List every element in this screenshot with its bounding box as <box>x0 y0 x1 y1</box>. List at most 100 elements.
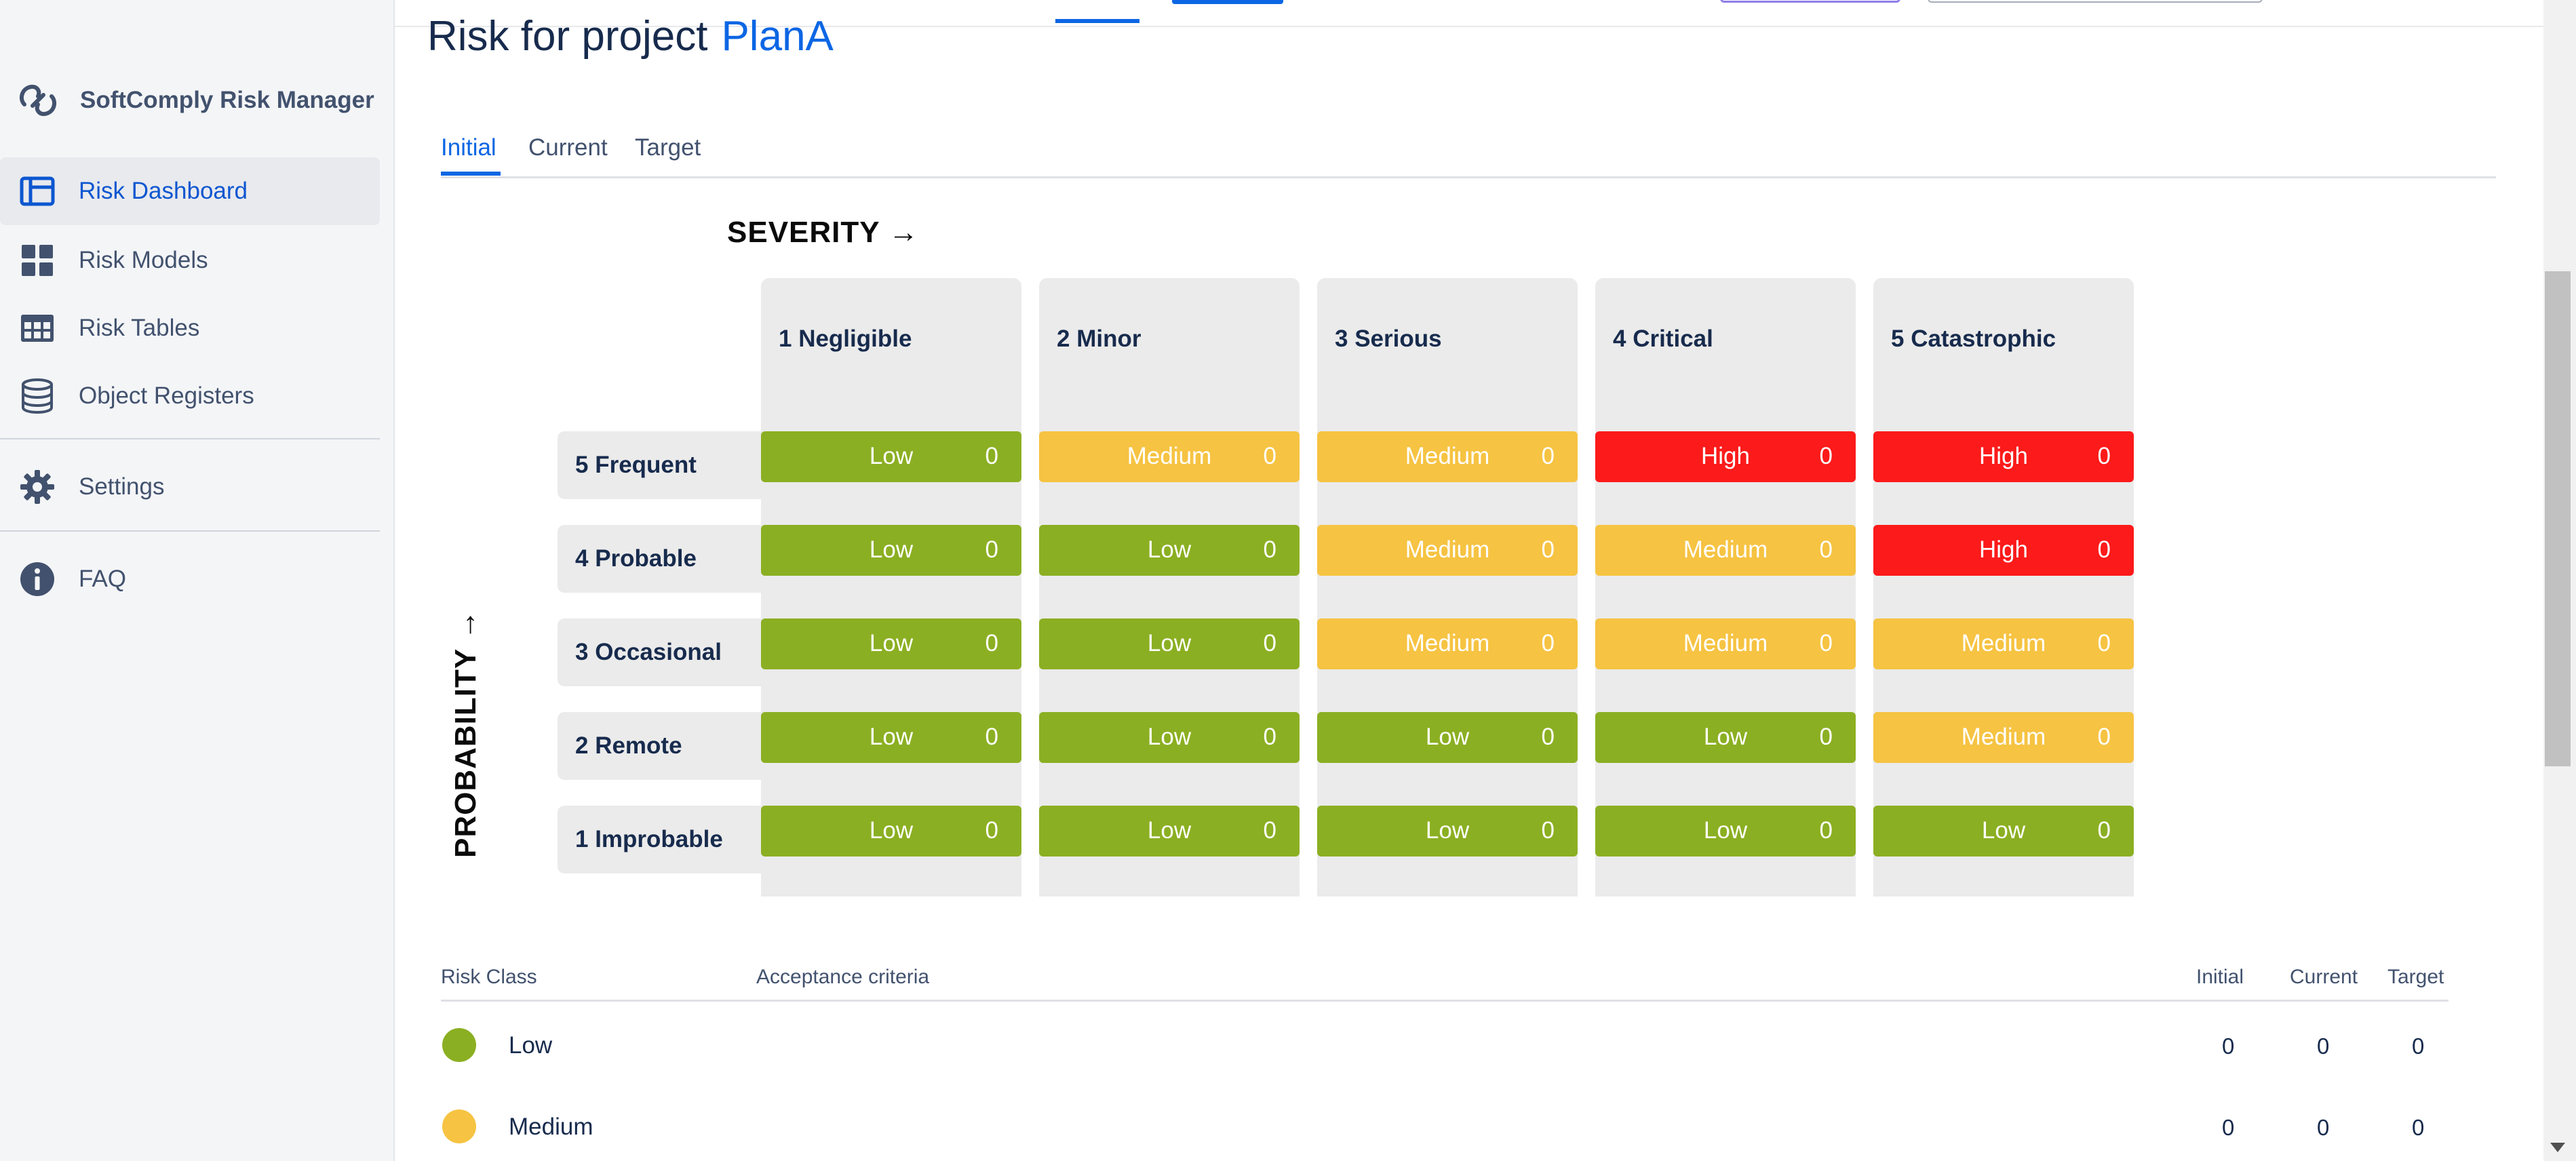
softcomply-logo-icon <box>19 84 57 117</box>
risk-cell[interactable]: Low 0 <box>1317 712 1578 763</box>
risk-cell-count: 0 <box>1263 536 1276 563</box>
sidebar-item-label: Risk Tables <box>79 315 200 341</box>
risk-cell-level: Low <box>869 724 914 750</box>
risk-cell-level: Low <box>1981 817 2026 844</box>
risk-cell-level: Low <box>1425 817 1470 844</box>
severity-column <box>1317 278 1578 897</box>
risk-cell[interactable]: Medium 0 <box>1039 431 1300 482</box>
risk-cell-level: Medium <box>1961 724 2046 750</box>
sidebar-item-label: Risk Dashboard <box>79 178 248 204</box>
sidebar-item-risk-tables[interactable]: Risk Tables <box>0 294 380 362</box>
target-count: 0 <box>2412 1034 2425 1059</box>
sidebar-divider <box>0 438 380 439</box>
risk-cell[interactable]: Medium 0 <box>1317 525 1578 576</box>
risk-cell[interactable]: Low 0 <box>1317 806 1578 857</box>
risk-cell-level: Medium <box>1405 443 1490 469</box>
risk-cell[interactable]: Low 0 <box>1873 806 2134 857</box>
severity-column <box>1873 278 2134 897</box>
tab-current[interactable]: Current <box>528 134 608 161</box>
risk-cell[interactable]: High 0 <box>1873 525 2134 576</box>
sidebar-item-risk-dashboard[interactable]: Risk Dashboard <box>0 157 380 225</box>
info-icon <box>18 559 57 599</box>
risk-cell[interactable]: Low 0 <box>761 525 1021 576</box>
risk-cell[interactable]: Low 0 <box>761 712 1021 763</box>
risk-cell-count: 0 <box>1541 817 1555 844</box>
probability-header: 2 Remote <box>558 712 761 780</box>
risk-cell-level: High <box>1701 443 1750 469</box>
risk-cell-level: Low <box>869 536 914 563</box>
column-header-acceptance: Acceptance criteria <box>756 966 930 988</box>
app-brand[interactable]: SoftComply Risk Manager <box>16 80 374 121</box>
tab-target[interactable]: Target <box>635 134 701 161</box>
risk-cell[interactable]: Medium 0 <box>1317 618 1578 669</box>
target-count: 0 <box>2412 1115 2425 1140</box>
probability-axis-label: PROBABILITY → <box>449 609 482 858</box>
sidebar-item-label: FAQ <box>79 566 127 592</box>
probability-header: 4 Probable <box>558 525 761 593</box>
toolbar-tab-indicator[interactable] <box>1055 19 1139 23</box>
risk-cell-level: Medium <box>1127 443 1212 469</box>
risk-cell[interactable]: Low 0 <box>1595 712 1856 763</box>
risk-cell-level: Low <box>1703 724 1748 750</box>
risk-class-name: Low <box>509 1032 553 1059</box>
risk-cell-level: Low <box>869 630 914 656</box>
table-header-divider <box>441 1000 2448 1002</box>
risk-cell[interactable]: Low 0 <box>1039 806 1300 857</box>
column-header-current: Current <box>2290 966 2358 988</box>
risk-cell-level: Low <box>869 817 914 844</box>
sidebar-divider <box>0 530 380 532</box>
risk-cell[interactable]: Medium 0 <box>1317 431 1578 482</box>
sidebar-item-object-registers[interactable]: Object Registers <box>0 362 380 430</box>
risk-cell-count: 0 <box>1263 817 1276 844</box>
risk-class-name: Medium <box>509 1114 593 1140</box>
initial-count: 0 <box>2222 1115 2235 1140</box>
severity-axis-label: SEVERITY → <box>727 216 920 249</box>
grid-icon <box>18 241 57 280</box>
risk-cell[interactable]: Low 0 <box>1039 618 1300 669</box>
page-title-prefix: Risk for project <box>427 13 708 60</box>
probability-header: 3 Occasional <box>558 618 761 686</box>
risk-cell-count: 0 <box>1819 724 1833 750</box>
risk-cell-count: 0 <box>1263 630 1276 656</box>
risk-cell[interactable]: Medium 0 <box>1873 712 2134 763</box>
toolbar-search[interactable] <box>1928 0 2263 3</box>
project-link[interactable]: PlanA <box>721 13 833 60</box>
toolbar-button[interactable] <box>1720 0 1900 3</box>
scrollbar-thumb[interactable] <box>2545 271 2571 766</box>
sidebar-item-risk-models[interactable]: Risk Models <box>0 227 380 294</box>
toolbar-button-primary[interactable] <box>1172 0 1283 4</box>
risk-cell[interactable]: Low 0 <box>761 618 1021 669</box>
risk-cell[interactable]: Low 0 <box>1595 806 1856 857</box>
risk-cell[interactable]: Medium 0 <box>1873 618 2134 669</box>
sidebar: SoftComply Risk Manager Risk Dashboard R… <box>0 0 395 1161</box>
risk-cell[interactable]: Low 0 <box>761 431 1021 482</box>
severity-column <box>1595 278 1856 897</box>
column-header-target: Target <box>2387 966 2444 988</box>
active-tab-indicator <box>441 172 501 176</box>
risk-cell[interactable]: Medium 0 <box>1595 618 1856 669</box>
risk-cell-level: Low <box>1147 536 1192 563</box>
risk-cell-count: 0 <box>985 630 998 656</box>
risk-cell[interactable]: High 0 <box>1873 431 2134 482</box>
risk-cell-level: Medium <box>1961 630 2046 656</box>
sidebar-item-faq[interactable]: FAQ <box>0 545 380 613</box>
risk-cell[interactable]: Medium 0 <box>1595 525 1856 576</box>
risk-cell[interactable]: Low 0 <box>1039 712 1300 763</box>
risk-cell[interactable]: Low 0 <box>1039 525 1300 576</box>
risk-cell-level: Low <box>869 443 914 469</box>
sidebar-item-settings[interactable]: Settings <box>0 453 380 521</box>
severity-header: 1 Negligible <box>779 326 912 352</box>
gear-icon <box>18 467 57 507</box>
severity-header: 2 Minor <box>1057 326 1141 352</box>
risk-class-color-dot <box>442 1109 476 1143</box>
scroll-down-arrow-icon[interactable] <box>2550 1143 2565 1152</box>
risk-cell[interactable]: Low 0 <box>761 806 1021 857</box>
risk-cell-count: 0 <box>985 443 998 469</box>
risk-cell-level: Medium <box>1405 536 1490 563</box>
sidebar-item-label: Settings <box>79 473 165 500</box>
risk-cell-level: Low <box>1703 817 1748 844</box>
initial-count: 0 <box>2222 1034 2235 1059</box>
tab-initial[interactable]: Initial <box>441 134 496 161</box>
risk-cell[interactable]: High 0 <box>1595 431 1856 482</box>
sidebar-item-label: Risk Models <box>79 247 208 273</box>
